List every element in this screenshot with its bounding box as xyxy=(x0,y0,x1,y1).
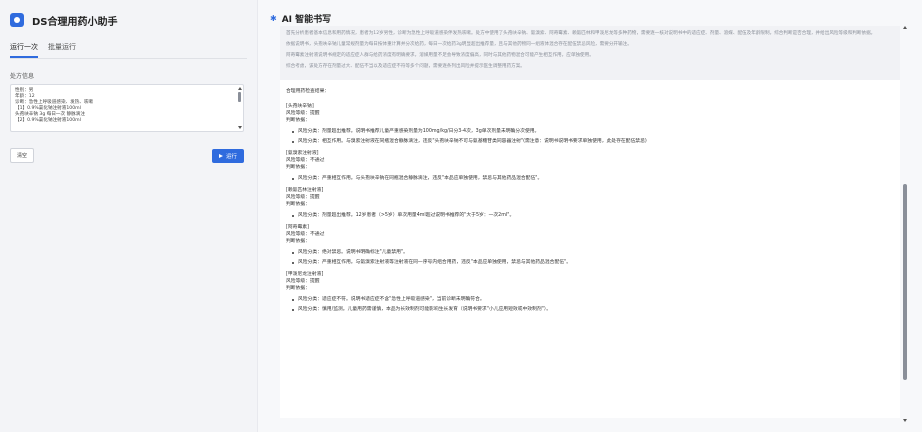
thinking-block: 首先分析患者基本信息和用药情况，患者为12岁男性，诊断为急性上呼吸道感染伴发热咳… xyxy=(280,26,900,80)
basis-label: 判断依据： xyxy=(286,202,310,207)
action-row: 清空 运行 xyxy=(10,148,244,163)
prescription-input[interactable]: 性别：男 年龄：12 诊断：急性上呼吸道感染、发热、咳嗽 【1】0.9%氯化钠注… xyxy=(10,84,244,132)
output-title: AI 智能书写 xyxy=(281,15,332,25)
prescription-line: 【2】0.9%氯化钠注射液100ml xyxy=(15,118,81,123)
basis-label: 判断依据： xyxy=(286,165,310,170)
scroll-up-icon[interactable] xyxy=(237,87,242,90)
risk-list: 风险分类：剂量超出推荐。说明书推荐儿童严重感染剂量为100mg/kg/日分3-4… xyxy=(292,128,894,145)
risk-level: 风险等级：提醒 xyxy=(286,279,320,284)
basis-label: 判断依据： xyxy=(286,239,310,244)
thinking-paragraph: 综合考虑，该处方存在剂量过大、配伍不当以及适应症不符等多个问题，需要逐条列出风险… xyxy=(286,64,525,69)
run-button-label: 运行 xyxy=(225,153,237,160)
tab-batch-run[interactable]: 批量运行 xyxy=(48,38,76,58)
prescription-scrollbar[interactable] xyxy=(237,86,242,130)
sparkle-icon: ✱ xyxy=(270,14,277,23)
risk-item: 风险分类：剂量超出推荐。说明书推荐儿童严重感染剂量为100mg/kg/日分3-4… xyxy=(292,128,894,135)
scroll-down-icon[interactable] xyxy=(902,419,907,422)
result-block: 合理用药检查结果： [头孢呋辛钠] 风险等级：提醒 判断依据： 风险分类：剂量超… xyxy=(280,80,900,326)
thinking-paragraph: 首先分析患者基本信息和用药情况，患者为12岁男性，诊断为急性上呼吸道感染伴发热咳… xyxy=(286,31,876,36)
risk-level: 风险等级：提醒 xyxy=(286,195,320,200)
drug-name: [头孢呋辛钠] xyxy=(286,104,314,109)
risk-item: 风险分类：严重相互作用。与氨溴索注射液等注射液在同一序号内组合用药，违反"本品应… xyxy=(292,259,894,266)
drug-result: [阿奇霉素] 风险等级：不通过 判断依据： 风险分类：绝对禁忌。说明书明确标注"… xyxy=(286,224,894,266)
result-intro: 合理用药检查结果： xyxy=(286,89,330,94)
risk-item: 风险分类：适应症不符。说明书适应症不含"急性上呼吸道感染"，当前诊断未明确符合。 xyxy=(292,296,894,303)
risk-level: 风险等级：不通过 xyxy=(286,158,325,163)
risk-item: 风险分类：绝对禁忌。说明书明确标注"儿童禁用"。 xyxy=(292,249,894,256)
drug-result: [甲泼尼龙注射液] 风险等级：提醒 判断依据： 风险分类：适应症不符。说明书适应… xyxy=(286,271,894,313)
drug-name: [阿奇霉素] xyxy=(286,225,309,230)
mode-tabs: 运行一次 批量运行 xyxy=(10,38,247,59)
risk-list: 风险分类：绝对禁忌。说明书明确标注"儿童禁用"。 风险分类：严重相互作用。与氨溴… xyxy=(292,249,894,266)
output-header: ✱ AI 智能书写 xyxy=(270,12,331,25)
output-content: 首先分析患者基本信息和用药情况，患者为12岁男性，诊断为急性上呼吸道感染伴发热咳… xyxy=(280,26,900,418)
drug-result: [头孢呋辛钠] 风险等级：提醒 判断依据： 风险分类：剂量超出推荐。说明书推荐儿… xyxy=(286,103,894,145)
tab-run-once[interactable]: 运行一次 xyxy=(10,38,38,58)
risk-item: 风险分类：剂量超出推荐。12岁患者（>5岁）单次用量4ml超过说明书推荐的"大于… xyxy=(292,212,894,219)
basis-label: 判断依据： xyxy=(286,286,310,291)
play-icon xyxy=(218,153,223,158)
risk-item: 风险分类：严重相互作用。与头孢呋辛钠在同瓶混合静脉滴注，违反"本品应单独使用，禁… xyxy=(292,175,894,182)
scroll-up-icon[interactable] xyxy=(903,26,907,29)
app-root: DS合理用药小助手 运行一次 批量运行 处方信息 性别：男 年龄：12 诊断：急… xyxy=(0,0,922,432)
output-panel: ✱ AI 智能书写 首先分析患者基本信息和用药情况，患者为12岁男性，诊断为急性… xyxy=(258,0,922,432)
risk-list: 风险分类：剂量超出推荐。12岁患者（>5岁）单次用量4ml超过说明书推荐的"大于… xyxy=(292,212,894,219)
app-title: DS合理用药小助手 xyxy=(32,16,118,28)
risk-level: 风险等级：不通过 xyxy=(286,232,325,237)
drug-name: [氨溴索注射液] xyxy=(286,151,319,156)
risk-item: 风险分类：慎用/监测。儿童用药需谨慎，本品为长效制剂可能影响生长发育（说明书要求… xyxy=(292,306,894,313)
run-button[interactable]: 运行 xyxy=(211,148,244,163)
drug-name: [赖氨匹林注射液] xyxy=(286,188,324,193)
output-scrollbar[interactable] xyxy=(902,26,908,422)
prescription-label: 处方信息 xyxy=(10,73,35,80)
app-logo-icon xyxy=(10,13,24,27)
risk-level: 风险等级：提醒 xyxy=(286,111,320,116)
risk-list: 风险分类：适应症不符。说明书适应症不含"急性上呼吸道感染"，当前诊断未明确符合。… xyxy=(292,296,894,313)
thinking-paragraph: 阿奇霉素注射液说明书规定的适应症人群与给药浓度有明确要求，溶媒用量不足会导致浓度… xyxy=(286,53,594,58)
left-panel: DS合理用药小助手 运行一次 批量运行 处方信息 性别：男 年龄：12 诊断：急… xyxy=(0,0,258,432)
drug-name: [甲泼尼龙注射液] xyxy=(286,272,324,277)
risk-item: 风险分类：相互作用。与溴索注射液在同瓶混合静脉滴注，违反"头孢呋辛钠不可与氨基糖… xyxy=(292,138,894,145)
scroll-down-icon[interactable] xyxy=(237,126,242,129)
scroll-thumb[interactable] xyxy=(903,184,907,380)
risk-list: 风险分类：严重相互作用。与头孢呋辛钠在同瓶混合静脉滴注，违反"本品应单独使用，禁… xyxy=(292,175,894,182)
clear-button[interactable]: 清空 xyxy=(10,148,35,163)
thinking-paragraph: 依据说明书，头孢呋辛钠儿童常规剂量为每日按体重计算并分次给药，每日一次给药3g明… xyxy=(286,42,632,47)
basis-label: 判断依据： xyxy=(286,118,310,123)
drug-result: [氨溴索注射液] 风险等级：不通过 判断依据： 风险分类：严重相互作用。与头孢呋… xyxy=(286,150,894,182)
scroll-thumb[interactable] xyxy=(238,92,241,102)
app-header: DS合理用药小助手 xyxy=(10,0,247,36)
drug-result: [赖氨匹林注射液] 风险等级：提醒 判断依据： 风险分类：剂量超出推荐。12岁患… xyxy=(286,187,894,219)
